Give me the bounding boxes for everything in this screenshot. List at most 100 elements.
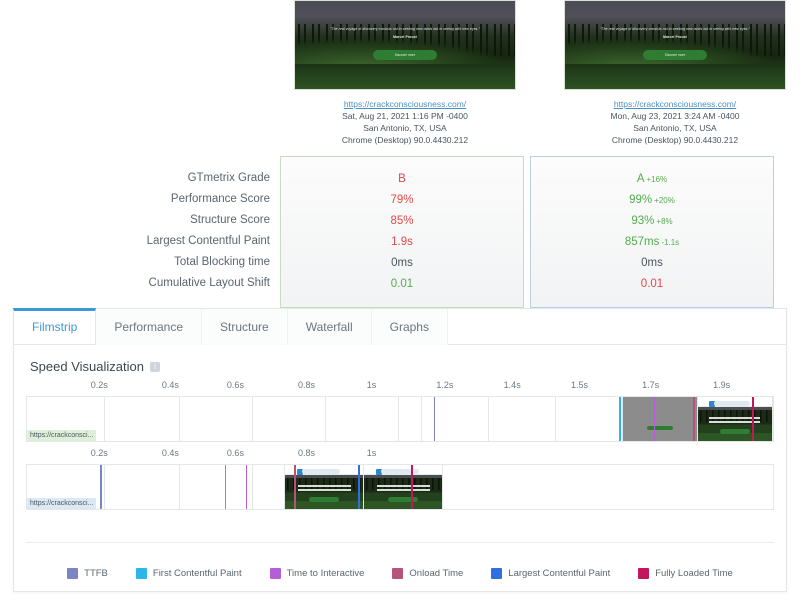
filmstrip-frame-blank[interactable] xyxy=(488,397,556,441)
report-location: San Antonio, TX, USA xyxy=(363,123,447,133)
filmstrip-frame-blank[interactable] xyxy=(326,397,400,441)
legend-swatch xyxy=(269,568,281,579)
report-header-right: "The real voyage of discovery consists n… xyxy=(550,0,800,146)
metric-value: 0.01 xyxy=(531,274,773,295)
timeline-tick-label: 0.4s xyxy=(161,448,179,458)
metric-values-left: B 79% 85% 1.9s 0ms 0.01 xyxy=(280,156,524,308)
metric-value: 1.9s xyxy=(281,232,523,253)
metric-label: GTmetrix Grade xyxy=(187,172,270,184)
frame-pill xyxy=(302,469,340,474)
report-url-link[interactable]: https://crackconsciousness.com/ xyxy=(342,98,468,110)
filmstrip-url-tag: https://crackconsci... xyxy=(27,498,97,509)
filmstrip-frame-blank[interactable] xyxy=(253,397,327,441)
report-meta-right: https://crackconsciousness.com/ Mon, Aug… xyxy=(610,98,739,146)
legend-swatch xyxy=(491,568,503,579)
metric-value: 79% xyxy=(281,190,523,211)
timeline-marker-fully-loaded-time xyxy=(411,465,413,509)
legend-label: Largest Contentful Paint xyxy=(508,568,611,579)
metric-value-text: 857ms xyxy=(624,236,660,248)
timeline-tick-label: 0.4s xyxy=(161,380,179,390)
report-location: San Antonio, TX, USA xyxy=(633,123,717,133)
report-url-link[interactable]: https://crackconsciousness.com/ xyxy=(610,98,739,110)
metric-value-text: 0ms xyxy=(391,257,413,269)
report-datetime: Mon, Aug 23, 2021 3:24 AM -0400 xyxy=(610,111,740,121)
filmstrip-row: 0.2s 0.4s 0.6s 0.8s 1s https://crackconsci... xyxy=(26,448,774,510)
report-tabs: Filmstrip Performance Structure Waterfall Gr… xyxy=(13,308,786,345)
legend-item[interactable]: Fully Loaded Time xyxy=(638,568,733,579)
metric-delta: +8% xyxy=(656,217,673,226)
filmstrip-frame-blank[interactable] xyxy=(421,397,489,441)
filmstrip-frame-blank[interactable] xyxy=(555,397,623,441)
filmstrip-frame-loaded[interactable] xyxy=(697,397,773,441)
filmstrip-frame-gray[interactable] xyxy=(622,397,698,441)
filmstrip-frame-loaded[interactable] xyxy=(364,465,444,509)
metric-delta: +16% xyxy=(646,175,668,184)
metric-label: Largest Contentful Paint xyxy=(146,235,270,247)
tab-structure[interactable]: Structure xyxy=(202,309,288,345)
filmstrip-frame-loaded[interactable] xyxy=(285,465,365,509)
metric-value-text: A xyxy=(636,173,645,185)
legend-label: First Contentful Paint xyxy=(152,568,242,579)
page-screenshot-thumbnail-left[interactable]: "The real voyage of discovery consists n… xyxy=(294,0,516,90)
timeline-marker-fully-loaded-time xyxy=(752,397,754,441)
legend-label: Onload Time xyxy=(409,568,464,579)
hero-cta-button[interactable]: Discover more xyxy=(373,50,437,61)
timeline-tick-label: 1.7s xyxy=(642,380,660,390)
hero-cta-button[interactable]: Discover more xyxy=(643,50,707,61)
metric-value: A +16% xyxy=(531,169,773,190)
report-header-left: "The real voyage of discovery consists n… xyxy=(280,0,530,146)
metric-delta: -1.1s xyxy=(661,238,680,247)
report-headers: "The real voyage of discovery consists n… xyxy=(0,0,800,146)
filmstrip-frames[interactable]: https://crackconsci... xyxy=(26,464,774,510)
filmstrip-card: Filmstrip Performance Structure Waterfall Gr… xyxy=(13,308,787,592)
timeline-tick-label: 1s xyxy=(366,448,377,458)
hero-quote-author: Marcel Proust xyxy=(393,34,417,39)
legend-item[interactable]: Time to Interactive xyxy=(269,568,364,579)
metric-value-text: 99% xyxy=(629,194,653,206)
tab-waterfall[interactable]: Waterfall xyxy=(287,309,372,345)
metric-value: B xyxy=(281,169,523,190)
timeline-tick-label: 1.5s xyxy=(571,380,589,390)
timeline-marker-onload-time xyxy=(294,465,296,509)
filmstrip-frame-blank[interactable] xyxy=(399,397,422,441)
filmstrip-frames[interactable]: https://crackconsci... xyxy=(26,396,774,442)
filmstrip-frame-blank[interactable] xyxy=(253,465,286,509)
hero-quote-author: Marcel Proust xyxy=(663,34,687,39)
legend-item[interactable]: First Contentful Paint xyxy=(135,568,242,579)
frame-txt xyxy=(376,485,430,493)
timeline-marker-first-contentful-paint xyxy=(224,465,227,509)
metric-value: 0.01 xyxy=(281,274,523,295)
legend-item[interactable]: Onload Time xyxy=(392,568,463,579)
frame-cta-placeholder xyxy=(646,426,673,430)
hero-quote: "The real voyage of discovery consists n… xyxy=(326,27,484,39)
metric-label: Total Blocking time xyxy=(174,256,270,268)
page-screenshot-thumbnail-right[interactable]: "The real voyage of discovery consists n… xyxy=(564,0,786,90)
frame-txt xyxy=(297,485,351,493)
tab-performance[interactable]: Performance xyxy=(96,309,203,345)
legend-item[interactable]: TTFB xyxy=(67,568,108,579)
timeline-marker-time-to-interactive xyxy=(653,397,656,441)
filmstrip-frame-blank[interactable] xyxy=(105,397,180,441)
legend-item[interactable]: Largest Contentful Paint xyxy=(491,568,610,579)
metric-value: 857ms -1.1s xyxy=(531,232,773,253)
legend-swatch xyxy=(638,568,650,579)
tab-filmstrip[interactable]: Filmstrip xyxy=(13,308,97,344)
filmstrip-frame-blank[interactable] xyxy=(179,465,254,509)
metric-values-right: A +16% 99% +20% 93% +8% 857ms -1.1s 0ms 0.01 xyxy=(530,156,774,308)
report-browser: Chrome (Desktop) 90.0.4430.212 xyxy=(341,135,469,145)
legend-swatch xyxy=(135,568,147,579)
filmstrip-row: 0.2s 0.4s 0.6s 0.8s 1s 1.2s 1.4s 1.5s 1.7s 1.9s ht… xyxy=(26,380,774,442)
tab-graphs[interactable]: Graphs xyxy=(371,309,448,345)
metric-value: 0ms xyxy=(281,253,523,274)
metric-value: 85% xyxy=(281,211,523,232)
metric-value-text: 79% xyxy=(390,194,414,206)
legend-divider xyxy=(26,542,774,543)
timeline-axis: 0.2s 0.4s 0.6s 0.8s 1s xyxy=(26,448,774,464)
filmstrip-frame-blank[interactable] xyxy=(179,397,254,441)
report-datetime: Sat, Aug 21, 2021 1:16 PM -0400 xyxy=(342,111,468,121)
timeline-marker-ttfb xyxy=(433,397,436,441)
speed-visualization-header: Speed Visualization i xyxy=(14,345,786,380)
info-icon[interactable]: i xyxy=(149,361,160,372)
filmstrip-frame-blank[interactable] xyxy=(105,465,180,509)
metric-label: Structure Score xyxy=(190,214,270,226)
